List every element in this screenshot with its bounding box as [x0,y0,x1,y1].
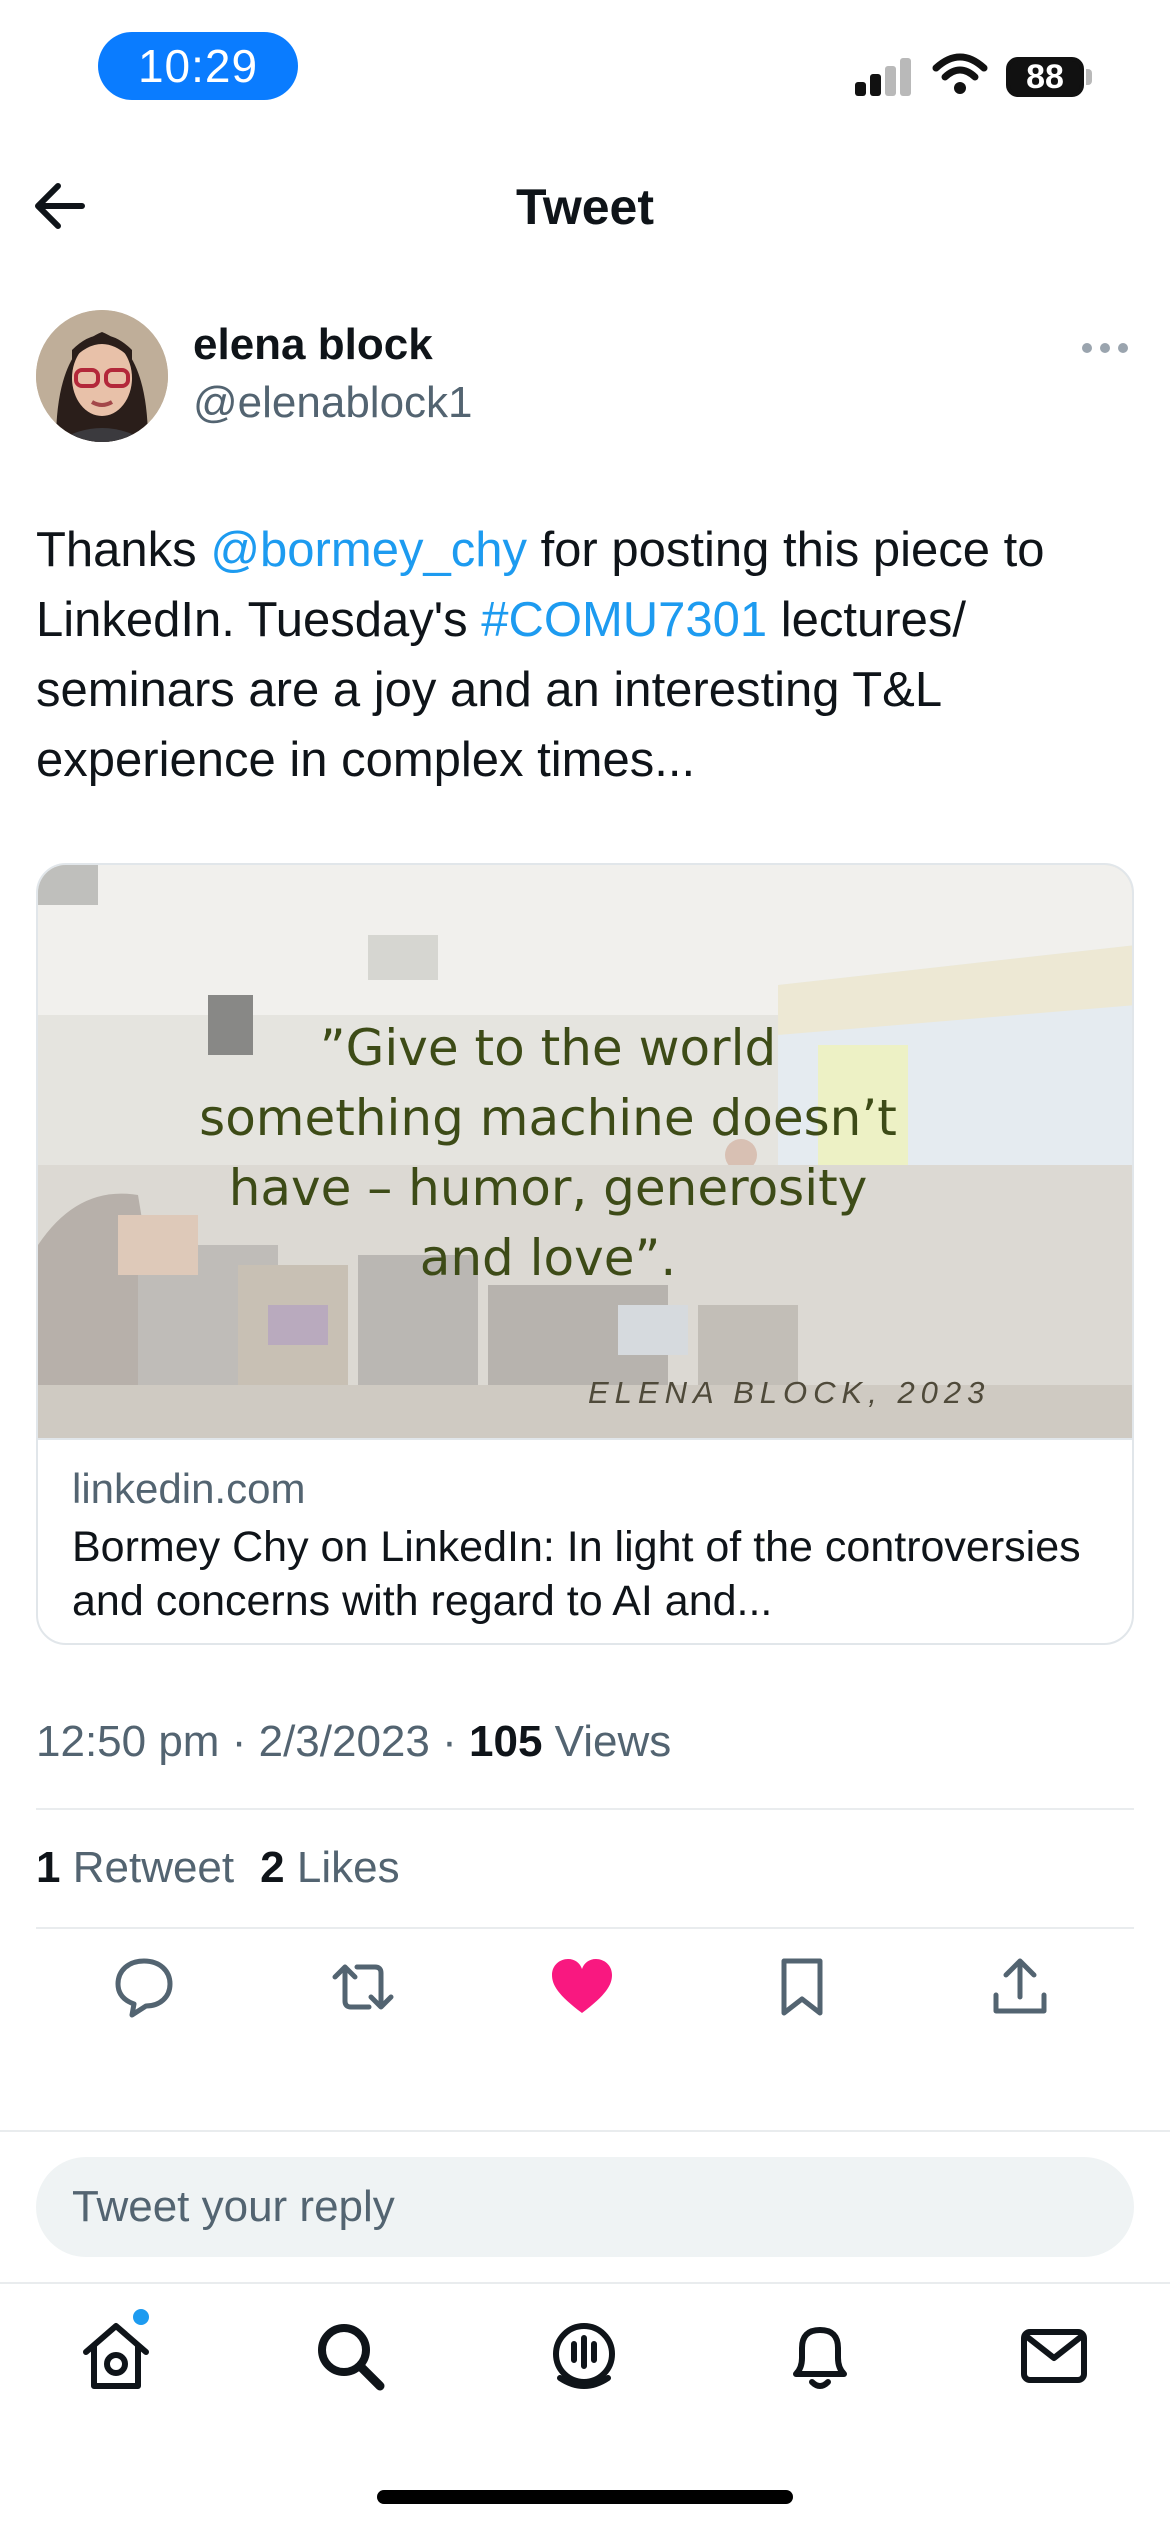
card-image[interactable]: ”Give to the world something machine doe… [38,865,1132,1438]
card-quote: ”Give to the world something machine doe… [188,1013,908,1293]
retweets-label[interactable]: Retweet [73,1843,234,1892]
author-handle[interactable]: @elenablock1 [193,378,473,428]
share-icon[interactable] [988,1955,1052,2019]
signal-icon [855,58,913,96]
action-bar [0,1955,1170,2035]
spaces-icon[interactable] [546,2318,622,2394]
views-label[interactable]: Views [555,1717,672,1766]
likes-count[interactable]: 2 [260,1843,284,1892]
quote-author: ELENA BLOCK, 2023 [588,1375,991,1410]
tweet-time: 12:50 pm [36,1717,220,1766]
divider [36,1808,1134,1810]
engagement-stats: 1 Retweet 2 Likes [36,1843,400,1893]
mention-link[interactable]: @bormey_chy [210,523,527,577]
meta-separator: · [442,1717,457,1766]
bookmark-icon[interactable] [770,1955,834,2019]
likes-label[interactable]: Likes [297,1843,400,1892]
notification-dot [133,2309,149,2325]
header: Tweet [0,150,1170,260]
home-indicator[interactable] [377,2490,793,2504]
reply-input[interactable] [36,2157,1134,2257]
quote-line: ”Give to the world [319,1019,777,1077]
messages-icon[interactable] [1016,2318,1092,2394]
quote-line: and love”. [419,1229,677,1287]
author-name[interactable]: elena block [193,320,433,370]
status-time: 10:29 [98,32,298,100]
card-title: Bormey Chy on LinkedIn: In light of the … [72,1523,1081,1625]
retweet-icon[interactable] [331,1955,395,2019]
link-card[interactable]: ”Give to the world something machine doe… [36,863,1134,1645]
divider [36,1927,1134,1929]
card-meta[interactable]: linkedin.com Bormey Chy on LinkedIn: In … [38,1438,1132,1643]
tweet-date: 2/3/2023 [258,1717,430,1766]
tweet-text: Thanks @bormey_chy for posting this piec… [36,515,1136,795]
battery-indicator: 88 [1006,57,1084,97]
avatar[interactable] [36,310,168,442]
notifications-icon[interactable] [782,2318,858,2394]
hashtag-link[interactable]: #COMU7301 [481,593,767,647]
more-options-icon[interactable] [1082,336,1128,360]
quote-line: have – humor, generosity [228,1159,868,1217]
home-icon[interactable] [78,2318,154,2394]
tweet-timestamp: 12:50 pm · 2/3/2023 · 105 Views [36,1717,671,1767]
status-bar: 10:29 88 [0,0,1170,140]
wifi-icon [932,53,988,94]
search-icon[interactable] [312,2318,388,2394]
like-icon[interactable] [550,1955,614,2019]
tweet-text-part: Thanks [36,523,211,577]
nav-divider [0,2282,1170,2284]
reply-icon[interactable] [112,1955,176,2019]
views-count[interactable]: 105 [469,1717,542,1766]
page-title: Tweet [516,179,654,235]
card-domain: linkedin.com [72,1465,306,1512]
quote-line: something machine doesn’t [199,1089,897,1147]
divider [0,2130,1170,2132]
retweets-count[interactable]: 1 [36,1843,60,1892]
meta-separator: · [231,1717,247,1766]
battery-tip [1086,69,1092,85]
